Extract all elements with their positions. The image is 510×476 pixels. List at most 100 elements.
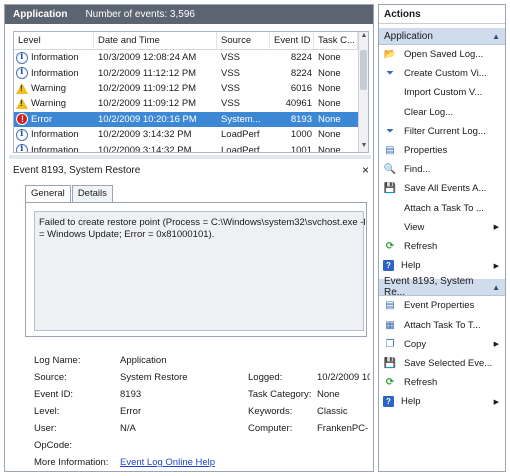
info-icon [16,144,28,152]
table-row[interactable]: Information 10/2/2009 11:12:12 PM VSS 82… [14,65,368,80]
section-application[interactable]: Application ▲ [379,28,505,45]
tab-details[interactable]: Details [71,185,113,202]
row-task: None [318,52,341,64]
action-event-properties[interactable]: ▤ Event Properties [379,296,505,315]
row-event-id: 6016 [290,82,312,94]
action-save-all-events[interactable]: 💾 Save All Events A... [379,179,505,198]
task-category-label: Task Category: [248,389,312,400]
submenu-arrow-icon: ▶ [493,341,499,349]
warning-icon [16,82,28,94]
column-level[interactable]: Level [14,32,94,49]
logged-value: 10/2/2009 10 [317,372,370,383]
collapse-icon[interactable]: ▲ [492,32,500,41]
row-task: None [318,67,341,79]
row-level: Warning [31,98,67,110]
submenu-arrow-icon: ▶ [493,224,499,232]
row-event-id: 1000 [290,129,312,141]
submenu-arrow-icon: ▶ [493,262,499,270]
warning-icon [16,98,28,110]
scroll-up-icon[interactable]: ▲ [359,32,368,42]
message-line-1: Failed to create restore point (Process … [39,217,365,228]
action-view[interactable]: View ▶ [379,218,505,237]
row-event-id: 8224 [290,52,312,64]
action-find[interactable]: 🔍 Find... [379,160,505,179]
source-value: System Restore [120,372,188,383]
level-value: Error [120,406,142,417]
properties-icon: ▤ [385,145,395,157]
help-icon: ? [383,396,394,408]
message-line-2: = Windows Update; Error = 0x81000101). [39,229,215,240]
action-create-custom-view[interactable]: ⏷ Create Custom Vi... [379,64,505,83]
column-task-category[interactable]: Task C... [314,32,358,49]
section-event[interactable]: Event 8193, System Re... ▲ [379,276,505,298]
task-icon: ▦ [385,319,395,331]
row-level: Information [31,144,79,153]
action-filter-current-log[interactable]: ⏷ Filter Current Log... [379,122,505,141]
column-source[interactable]: Source [217,32,270,49]
action-properties[interactable]: ▤ Properties [379,141,505,160]
table-row[interactable]: Information 10/2/2009 3:14:32 PM LoadPer… [14,142,368,153]
row-task: None [318,82,341,94]
logged-label: Logged: [248,372,283,383]
table-row[interactable]: Information 10/3/2009 12:08:24 AM VSS 82… [14,50,368,65]
refresh-icon: ⟳ [385,377,395,389]
tab-general[interactable]: General [25,185,71,203]
save-icon: 💾 [383,183,397,195]
user-value: N/A [120,423,136,434]
detail-tabs: General Details [25,185,114,203]
action-refresh[interactable]: ⟳ Refresh [379,237,505,256]
action-open-saved-log[interactable]: 📂 Open Saved Log... [379,45,505,64]
action-copy[interactable]: ❐ Copy ▶ [379,335,505,354]
row-level: Information [31,52,79,64]
scroll-down-icon[interactable]: ▼ [359,142,368,152]
column-event-id[interactable]: Event ID [270,32,314,49]
action-clear-log[interactable]: Clear Log... [379,103,505,122]
table-row-selected[interactable]: Error 10/2/2009 10:20:16 PM System... 81… [14,111,368,127]
table-scrollbar[interactable]: ▲ ▼ [358,32,368,152]
keywords-label: Keywords: [248,406,293,417]
log-header: Application Number of events: 3,596 [5,5,373,24]
action-attach-task[interactable]: Attach a Task To ... [379,199,505,218]
action-help[interactable]: ? Help ▶ [379,256,505,275]
action-refresh-event[interactable]: ⟳ Refresh [379,373,505,392]
scrollbar-thumb[interactable] [360,50,367,90]
event-id-value: 8193 [120,389,142,400]
submenu-arrow-icon: ▶ [493,398,499,406]
row-datetime: 10/2/2009 3:14:32 PM [98,129,192,141]
row-source: VSS [221,98,241,110]
general-tab-panel: Failed to create restore point (Process … [25,202,367,337]
row-task: None [318,129,341,141]
table-row[interactable]: Warning 10/2/2009 11:09:12 PM VSS 40961 … [14,96,368,111]
row-level: Information [31,129,79,141]
event-log-help-link[interactable]: Event Log Online Help [120,457,215,468]
pane-splitter[interactable] [9,155,371,159]
event-viewer-pane: Application Number of events: 3,596 Leve… [4,4,374,472]
action-help-event[interactable]: ? Help ▶ [379,392,505,411]
close-icon[interactable]: × [362,163,369,177]
event-detail-title: Event 8193, System Restore [13,164,141,176]
action-save-selected-events[interactable]: 💾 Save Selected Eve... [379,354,505,373]
user-label: User: [34,423,57,434]
row-source: System... [221,113,261,125]
row-datetime: 10/2/2009 11:12:12 PM [98,67,197,79]
table-row[interactable]: Information 10/2/2009 3:14:32 PM LoadPer… [14,127,368,142]
section-application-label: Application [384,30,433,42]
action-attach-task-to-event[interactable]: ▦ Attach Task To T... [379,315,505,334]
events-table: Level Date and Time Source Event ID Task… [13,31,369,153]
column-date-time[interactable]: Date and Time [94,32,217,49]
row-level: Information [31,67,79,79]
source-label: Source: [34,372,67,383]
row-event-id: 1001 [290,144,312,153]
more-info-label: More Information: [34,457,109,468]
row-event-id: 40961 [285,98,312,110]
actions-title: Actions [379,5,505,24]
event-message: Failed to create restore point (Process … [39,217,365,241]
event-message-box[interactable]: Failed to create restore point (Process … [34,211,365,331]
row-task: None [318,144,341,153]
row-source: VSS [221,82,241,94]
action-import-custom-view[interactable]: Import Custom V... [379,83,505,102]
info-icon [16,128,28,141]
collapse-icon[interactable]: ▲ [492,283,500,292]
table-row[interactable]: Warning 10/2/2009 11:09:12 PM VSS 6016 N… [14,81,368,96]
row-datetime: 10/2/2009 10:20:16 PM [98,113,197,125]
